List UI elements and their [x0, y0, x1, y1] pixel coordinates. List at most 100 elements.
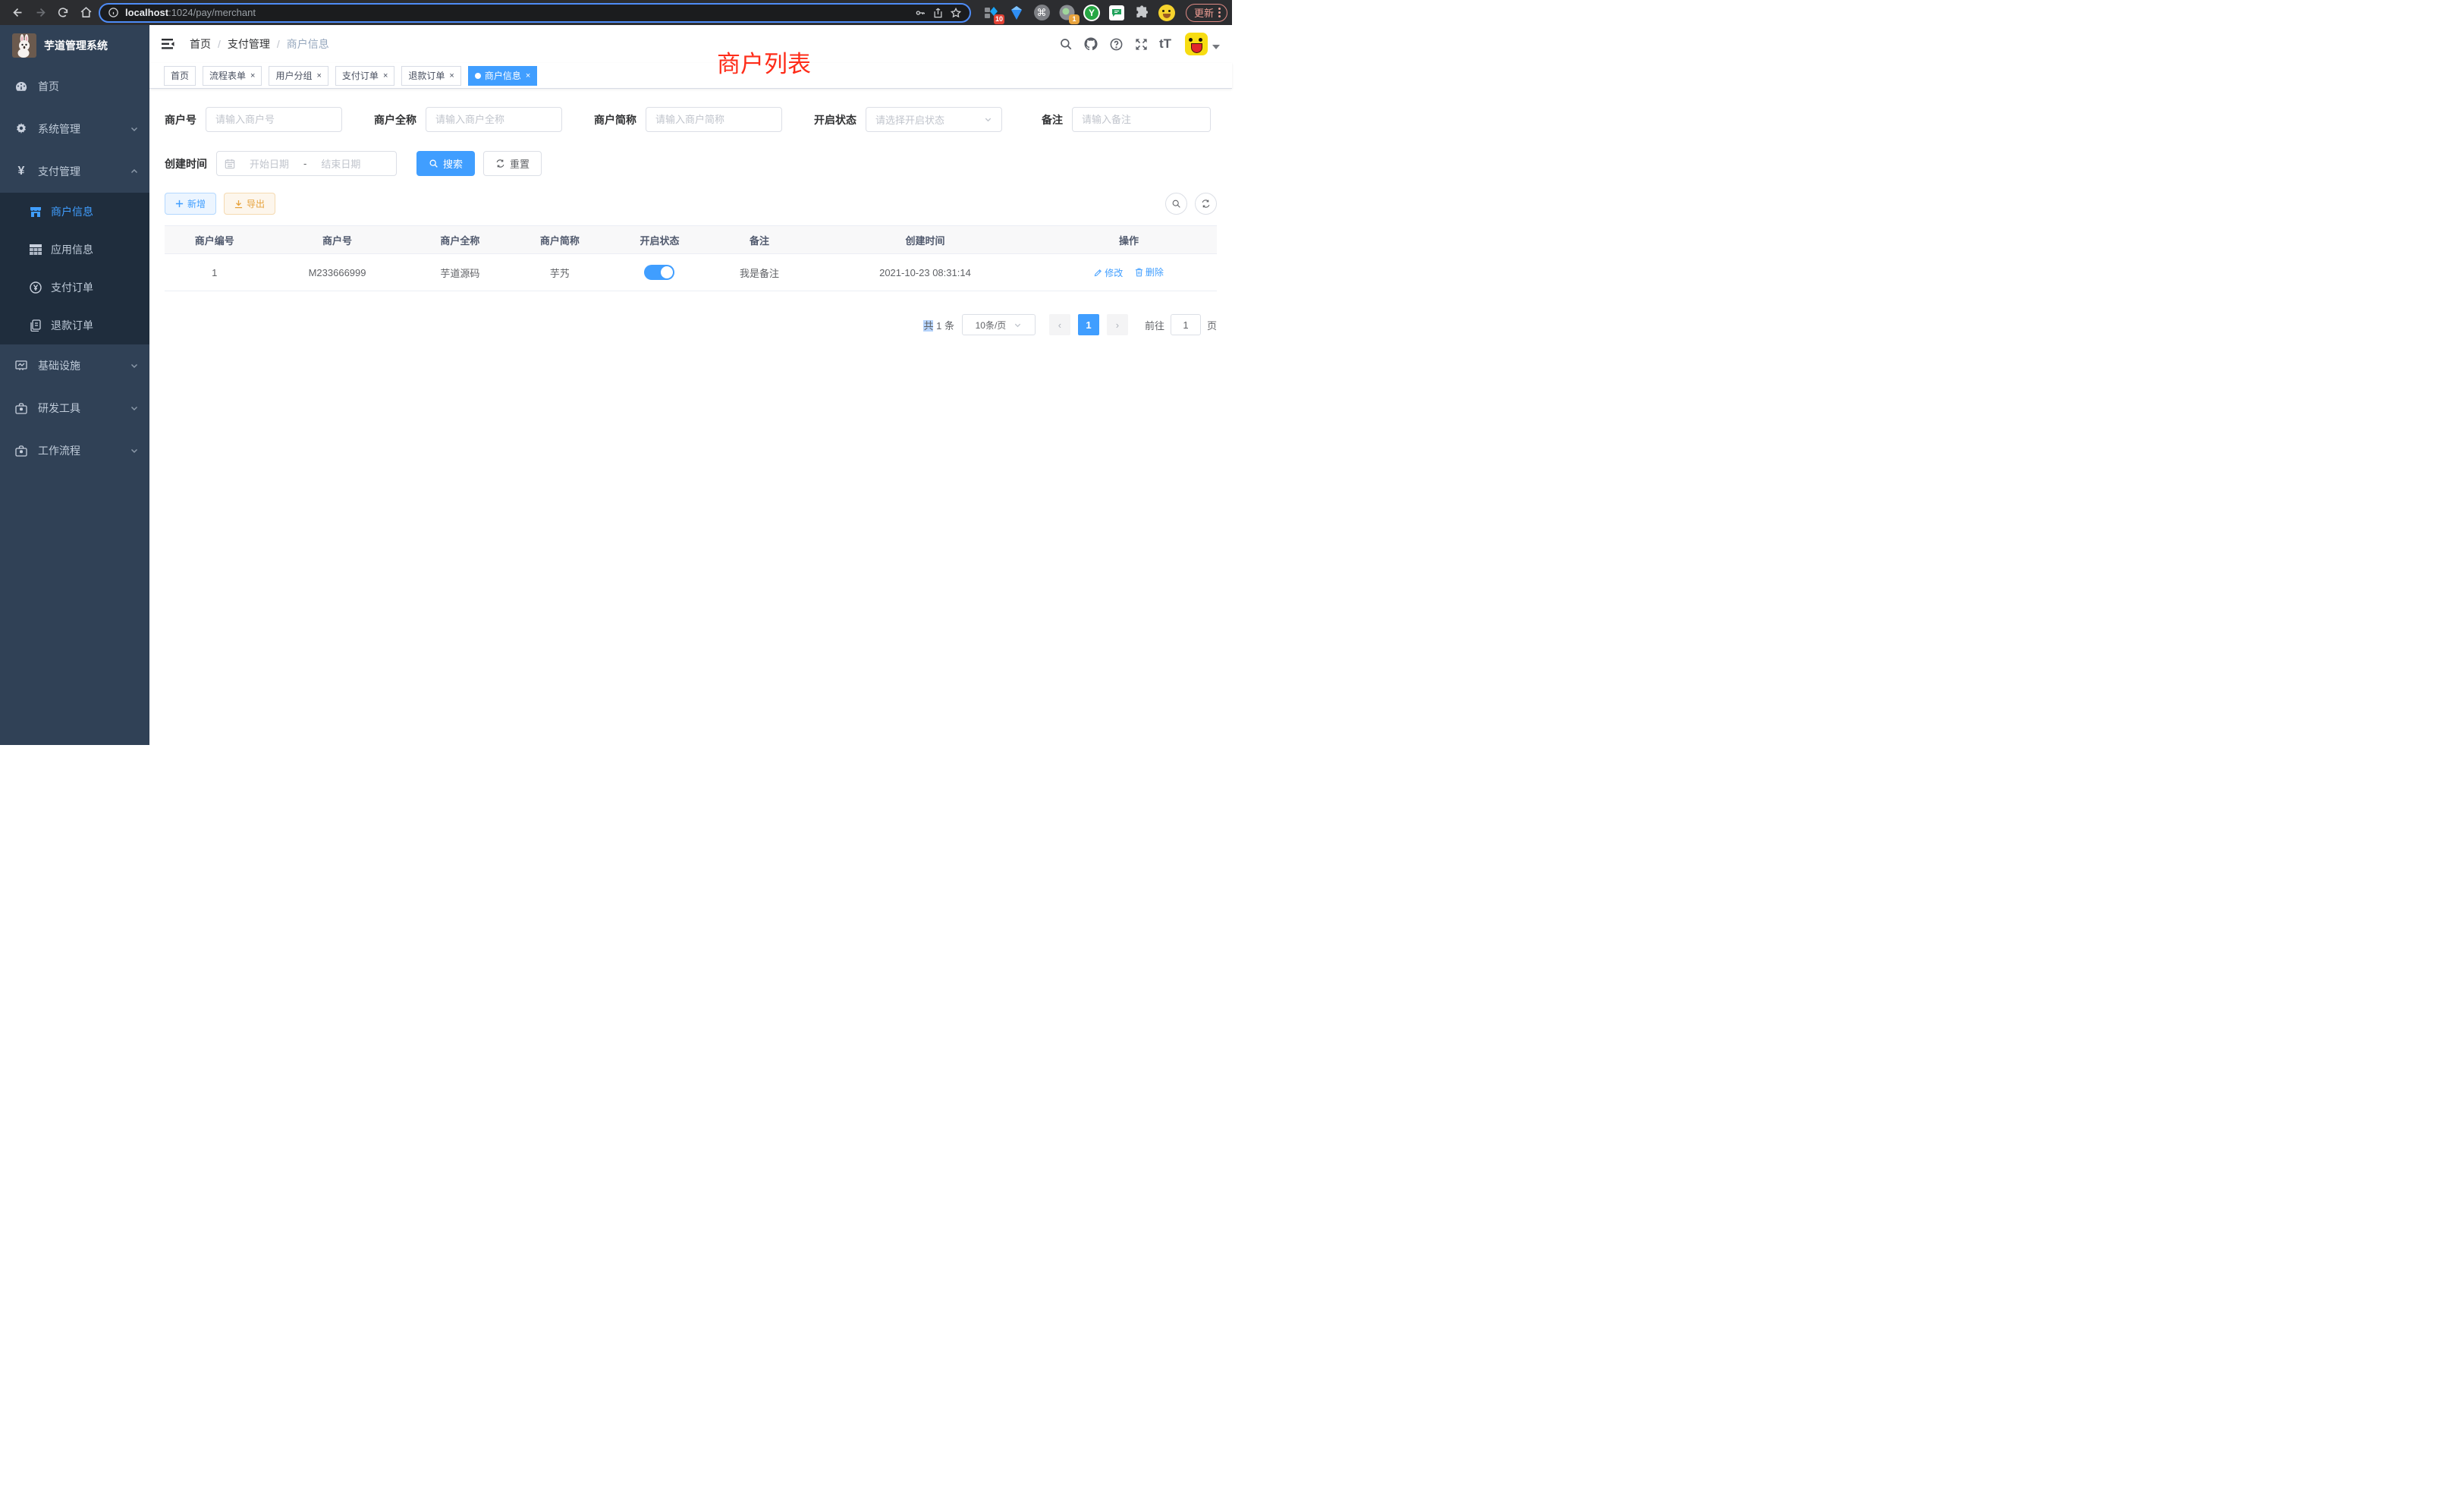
- tab-user-group[interactable]: 用户分组×: [269, 66, 328, 86]
- page-size-value: 10条/页: [976, 319, 1007, 332]
- pagination: 共 1 条 10条/页 ‹ 1 › 前往 1 页: [165, 314, 1217, 335]
- sidebar-item-payment[interactable]: ¥ 支付管理: [0, 150, 149, 193]
- breadcrumb-home[interactable]: 首页: [190, 36, 211, 52]
- app-title: 芋道管理系统: [44, 38, 108, 53]
- col-merchant-id: 商户编号: [165, 226, 265, 254]
- tab-close-icon[interactable]: ×: [316, 71, 321, 80]
- page-1-button[interactable]: 1: [1078, 314, 1099, 335]
- remark-field[interactable]: [1072, 107, 1211, 132]
- goto-page-input[interactable]: 1: [1171, 314, 1201, 335]
- merchant-no-field[interactable]: [206, 107, 342, 132]
- search-label: 搜索: [443, 156, 463, 171]
- extension-blue-diamond-icon[interactable]: 10: [983, 5, 1000, 21]
- next-page-button[interactable]: ›: [1107, 314, 1128, 335]
- export-button[interactable]: 导出: [224, 193, 275, 215]
- extension-chat-icon[interactable]: [1108, 5, 1125, 21]
- share-icon[interactable]: [932, 7, 944, 19]
- sidebar-item-label: 系统管理: [38, 121, 130, 137]
- short-name-input[interactable]: [655, 114, 772, 125]
- tab-label: 首页: [171, 69, 189, 82]
- sidebar-item-system[interactable]: 系统管理: [0, 108, 149, 150]
- date-start-placeholder[interactable]: 开始日期: [241, 156, 297, 171]
- table-refresh-button[interactable]: [1195, 193, 1217, 215]
- grid-icon: [30, 244, 42, 255]
- breadcrumb-payment[interactable]: 支付管理: [228, 36, 270, 52]
- sidebar-item-label: 首页: [38, 79, 139, 94]
- date-end-placeholder[interactable]: 结束日期: [313, 156, 369, 171]
- chevron-down-icon: [130, 446, 139, 455]
- github-icon[interactable]: [1083, 36, 1098, 52]
- browser-back-icon[interactable]: [8, 3, 27, 23]
- full-name-input[interactable]: [435, 114, 552, 125]
- create-time-range-picker[interactable]: 开始日期 - 结束日期: [216, 151, 397, 176]
- cell-create-time: 2021-10-23 08:31:14: [809, 254, 1041, 291]
- search-button[interactable]: 搜索: [416, 151, 475, 176]
- status-select[interactable]: 请选择开启状态: [866, 107, 1002, 132]
- site-info-icon[interactable]: [108, 7, 119, 18]
- tab-close-icon[interactable]: ×: [383, 71, 388, 80]
- tab-close-icon[interactable]: ×: [449, 71, 454, 80]
- cell-merchant-no: M233666999: [265, 254, 410, 291]
- short-name-field[interactable]: [646, 107, 782, 132]
- address-bar[interactable]: localhost:1024/pay/merchant: [99, 3, 971, 23]
- bookmark-star-icon[interactable]: [950, 7, 962, 19]
- sidebar-item-app-info[interactable]: 应用信息: [0, 231, 149, 269]
- sidebar-item-workflow[interactable]: 工作流程: [0, 429, 149, 472]
- sidebar-item-merchant-info[interactable]: 商户信息: [0, 193, 149, 231]
- delete-button[interactable]: 删除: [1135, 266, 1164, 278]
- browser-refresh-icon[interactable]: [53, 3, 73, 23]
- browser-home-icon[interactable]: [76, 3, 96, 23]
- extension-y-icon[interactable]: Y: [1083, 5, 1100, 21]
- add-button[interactable]: 新增: [165, 193, 216, 215]
- header-search-icon[interactable]: [1059, 37, 1073, 51]
- font-size-icon[interactable]: tT: [1159, 36, 1171, 52]
- sidebar-item-home[interactable]: 首页: [0, 65, 149, 108]
- tab-close-icon[interactable]: ×: [250, 71, 255, 80]
- extensions-puzzle-icon[interactable]: [1133, 5, 1150, 21]
- profile-avatar-icon[interactable]: [1158, 5, 1175, 21]
- chevron-down-icon: [130, 124, 139, 134]
- tab-label: 支付订单: [342, 69, 379, 82]
- tab-refund-order[interactable]: 退款订单×: [401, 66, 460, 86]
- tab-pay-order[interactable]: 支付订单 ×: [335, 66, 394, 86]
- payment-submenu: 商户信息 应用信息 支付订单 退款订单: [0, 193, 149, 344]
- yuan-icon: ¥: [15, 165, 27, 178]
- prev-page-button[interactable]: ‹: [1049, 314, 1070, 335]
- tab-home[interactable]: 首页: [164, 66, 196, 86]
- table-search-toggle-button[interactable]: [1165, 193, 1187, 215]
- toolbox-icon: [15, 403, 27, 414]
- reset-button[interactable]: 重置: [483, 151, 542, 176]
- url-text[interactable]: localhost:1024/pay/merchant: [125, 7, 908, 18]
- extension-recorder-icon[interactable]: 1: [1058, 5, 1075, 21]
- extension-command-icon[interactable]: ⌘: [1033, 5, 1050, 21]
- sidebar-logo[interactable]: 芋道管理系统: [0, 25, 149, 65]
- sidebar-item-pay-order[interactable]: 支付订单: [0, 269, 149, 306]
- sidebar-collapse-icon[interactable]: [161, 36, 178, 52]
- cell-short-name: 芋艿: [510, 254, 610, 291]
- refresh-icon: [495, 159, 505, 168]
- extension-gem-icon[interactable]: [1008, 5, 1025, 21]
- full-name-field[interactable]: [426, 107, 562, 132]
- remark-label: 备注: [1042, 112, 1063, 127]
- status-toggle[interactable]: [644, 265, 674, 280]
- tab-close-icon[interactable]: ×: [526, 71, 530, 80]
- sidebar-item-refund-order[interactable]: 退款订单: [0, 306, 149, 344]
- merchant-no-input[interactable]: [215, 114, 332, 125]
- tab-merchant-info[interactable]: 商户信息×: [468, 66, 537, 86]
- tab-process-form[interactable]: 流程表单×: [203, 66, 262, 86]
- sidebar-item-infra[interactable]: 基础设施: [0, 344, 149, 387]
- avatar-caret-icon: [1212, 45, 1220, 49]
- page-size-select[interactable]: 10条/页: [962, 314, 1036, 335]
- goto-page: 前往 1 页: [1145, 314, 1217, 335]
- fullscreen-icon[interactable]: [1134, 37, 1149, 52]
- sidebar-item-devtools[interactable]: 研发工具: [0, 387, 149, 429]
- browser-forward-icon[interactable]: [30, 3, 50, 23]
- password-key-icon[interactable]: [914, 7, 926, 19]
- user-avatar[interactable]: [1185, 33, 1220, 55]
- help-icon[interactable]: [1109, 37, 1124, 52]
- browser-update-button[interactable]: 更新: [1186, 4, 1227, 22]
- pagination-total: 共 1 条: [923, 318, 954, 332]
- remark-input[interactable]: [1082, 114, 1201, 125]
- edit-button[interactable]: 修改: [1094, 266, 1123, 279]
- browser-menu-icon[interactable]: [1218, 8, 1221, 17]
